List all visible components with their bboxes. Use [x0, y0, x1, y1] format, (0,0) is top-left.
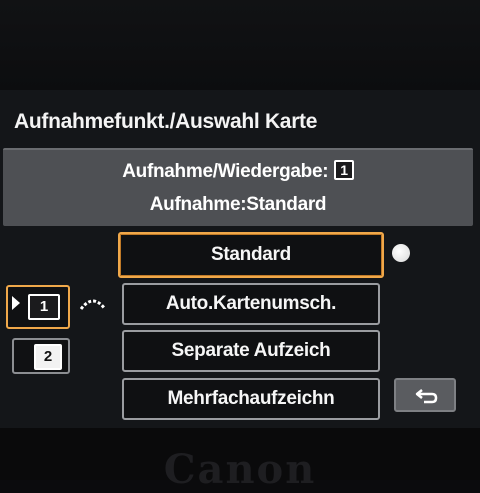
card-slot-2-label: 2	[34, 344, 62, 370]
info-panel: Aufnahme/Wiedergabe: 1 Aufnahme:Standard	[3, 148, 473, 226]
option-standard[interactable]: Standard	[118, 232, 384, 278]
card-slot-1-label: 1	[28, 294, 60, 320]
back-arrow-icon	[415, 389, 438, 404]
set-dot-icon	[392, 244, 410, 262]
camera-brand-logo: Canon	[163, 446, 317, 493]
option-separate-recording[interactable]: Separate Aufzeich	[122, 330, 380, 372]
card-relay-icon	[80, 299, 106, 310]
page-title: Aufnahmefunkt./Auswahl Karte	[14, 110, 318, 133]
record-playback-label: Aufnahme/Wiedergabe:	[122, 161, 329, 182]
option-auto-card-switch[interactable]: Auto.Kartenumsch.	[122, 283, 380, 325]
record-playback-line: Aufnahme/Wiedergabe: 1	[3, 160, 473, 183]
triangle-right-icon	[12, 296, 20, 310]
back-button[interactable]	[394, 378, 456, 412]
camera-bezel-top	[0, 0, 480, 90]
option-multi-recording[interactable]: Mehrfachaufzeichn	[122, 378, 380, 420]
record-mode-line: Aufnahme:Standard	[149, 194, 327, 215]
card-slot-1-icon: 1	[334, 160, 354, 180]
